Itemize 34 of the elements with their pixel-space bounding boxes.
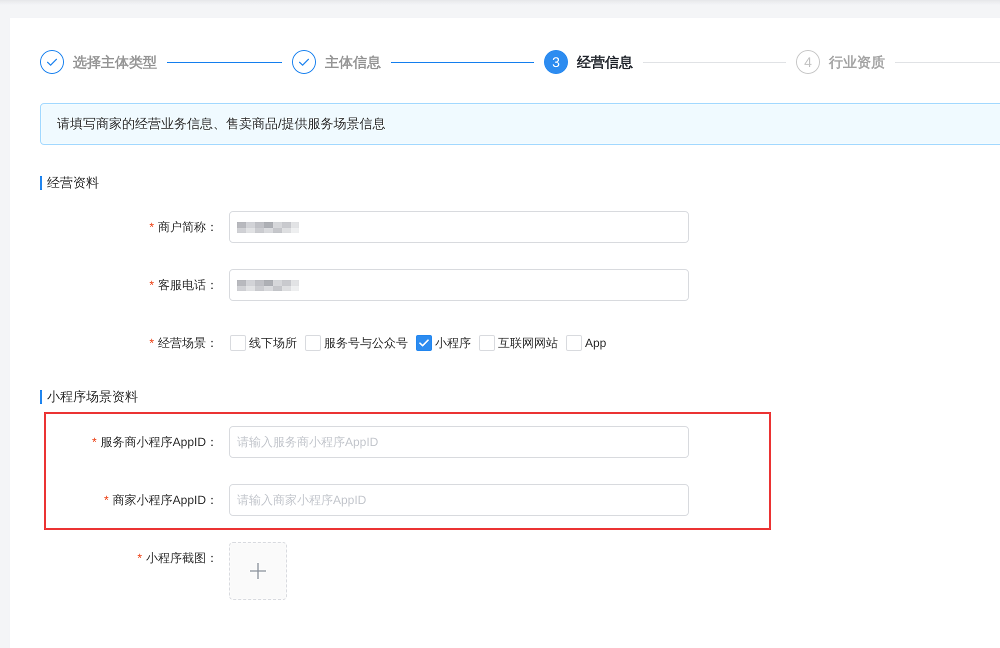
- step-title: 经营信息: [577, 53, 633, 71]
- required-mark: *: [149, 336, 154, 350]
- input-field[interactable]: [229, 211, 689, 243]
- step-title: 行业资质: [829, 53, 885, 71]
- required-mark: *: [149, 220, 154, 234]
- check-icon: [419, 339, 429, 347]
- input-field[interactable]: 请输入商家小程序AppID: [229, 484, 689, 516]
- section-title: 小程序场景资料: [40, 390, 138, 404]
- required-mark: *: [104, 493, 109, 507]
- checkbox-label[interactable]: 线下场所: [249, 334, 297, 352]
- field-label: 小程序截图：: [146, 550, 218, 566]
- alert-text: 请填写商家的经营业务信息、售卖商品/提供服务场景信息: [57, 115, 386, 133]
- field-label: 客服电话：: [158, 276, 218, 294]
- required-mark: *: [92, 435, 97, 449]
- checkbox-label[interactable]: App: [585, 336, 606, 350]
- section-title: 经营资料: [40, 176, 99, 190]
- checkbox-label[interactable]: 小程序: [435, 334, 471, 352]
- step-number: 4: [796, 50, 820, 74]
- step-number: 3: [544, 50, 568, 74]
- checkbox-label[interactable]: 服务号与公众号: [324, 334, 408, 352]
- field-label: 服务商小程序AppID：: [100, 434, 218, 450]
- checkbox[interactable]: [416, 335, 432, 351]
- required-mark: *: [137, 551, 142, 565]
- input-field[interactable]: [229, 269, 689, 301]
- upload-button[interactable]: [229, 542, 287, 600]
- field-label: 经营场景：: [158, 334, 218, 352]
- step-title: 选择主体类型: [73, 53, 157, 71]
- checkbox-label[interactable]: 互联网网站: [498, 334, 558, 352]
- field-label: 商家小程序AppID：: [112, 492, 218, 508]
- field-label: 商户简称：: [158, 218, 218, 236]
- required-mark: *: [149, 278, 154, 292]
- step-title: 主体信息: [325, 53, 381, 71]
- input-field[interactable]: 请输入服务商小程序AppID: [229, 426, 689, 458]
- plus-icon: [250, 563, 266, 579]
